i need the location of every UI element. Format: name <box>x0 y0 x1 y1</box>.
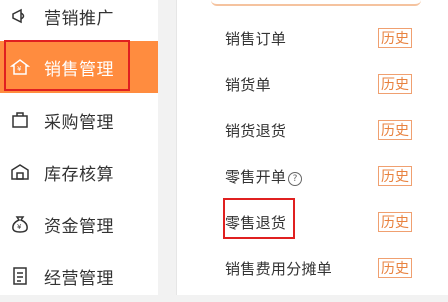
submenu-item-label[interactable]: 销售订单 <box>225 28 286 49</box>
submenu-item-label[interactable]: 零售开单? <box>225 166 303 187</box>
sidebar-item-marketing[interactable]: 营销推广 <box>0 0 158 42</box>
bag-icon <box>10 110 30 130</box>
sidebar-item-label: 资金管理 <box>44 216 114 237</box>
sidebar-item-sales[interactable]: ¥ 销售管理 <box>0 41 158 93</box>
sidebar-item-label: 采购管理 <box>44 112 114 133</box>
submenu-item-text: 零售开单 <box>225 167 287 186</box>
submenu-row-retail-order[interactable]: 零售开单? 历史 <box>177 153 448 199</box>
sidebar-item-label: 营销推广 <box>44 8 114 29</box>
panel-gap <box>158 0 176 295</box>
shop-icon: ¥ <box>10 57 30 77</box>
sidebar-item-inventory[interactable]: 库存核算 <box>0 146 158 198</box>
submenu-row-retail-return[interactable]: 零售退货 历史 <box>177 199 448 245</box>
submenu-item-label[interactable]: 销货退货 <box>225 120 286 141</box>
history-button[interactable]: 历史 <box>378 74 412 94</box>
submenu-item-label[interactable]: 零售退货 <box>225 212 286 233</box>
megaphone-icon <box>10 6 30 26</box>
warehouse-icon <box>10 162 30 182</box>
money-bag-icon: ¥ <box>10 214 30 234</box>
history-button[interactable]: 历史 <box>378 166 412 186</box>
sidebar-item-purchase[interactable]: 采购管理 <box>0 94 158 146</box>
document-icon <box>10 266 30 286</box>
sidebar: 营销推广 ¥ 销售管理 采购管理 库存核算 ¥ 资金管理 经营管理 <box>0 0 158 295</box>
history-button[interactable]: 历史 <box>378 258 412 278</box>
submenu-panel: 销售订单 历史 销货单 历史 销货退货 历史 零售开单? 历史 零售退货 历史 … <box>176 0 448 295</box>
sidebar-item-label: 库存核算 <box>44 164 114 185</box>
history-button[interactable]: 历史 <box>378 120 412 140</box>
sidebar-item-label: 经营管理 <box>44 268 114 289</box>
help-icon[interactable]: ? <box>288 171 303 186</box>
panel-top-edge <box>211 0 421 6</box>
submenu-item-label[interactable]: 销货单 <box>225 74 271 95</box>
submenu-row-sales-return[interactable]: 销货退货 历史 <box>177 107 448 153</box>
submenu-row-expense-allocation[interactable]: 销售费用分摊单 历史 <box>177 245 448 291</box>
svg-text:¥: ¥ <box>17 65 22 73</box>
sidebar-item-label: 销售管理 <box>44 59 114 80</box>
submenu-row-sales-delivery[interactable]: 销货单 历史 <box>177 61 448 107</box>
history-button[interactable]: 历史 <box>378 212 412 232</box>
submenu-row-sales-order[interactable]: 销售订单 历史 <box>177 15 448 61</box>
history-button[interactable]: 历史 <box>378 28 412 48</box>
sidebar-item-operations[interactable]: 经营管理 <box>0 250 158 302</box>
submenu-item-label[interactable]: 销售费用分摊单 <box>225 258 332 279</box>
sidebar-item-funds[interactable]: ¥ 资金管理 <box>0 198 158 250</box>
svg-text:¥: ¥ <box>17 223 22 231</box>
